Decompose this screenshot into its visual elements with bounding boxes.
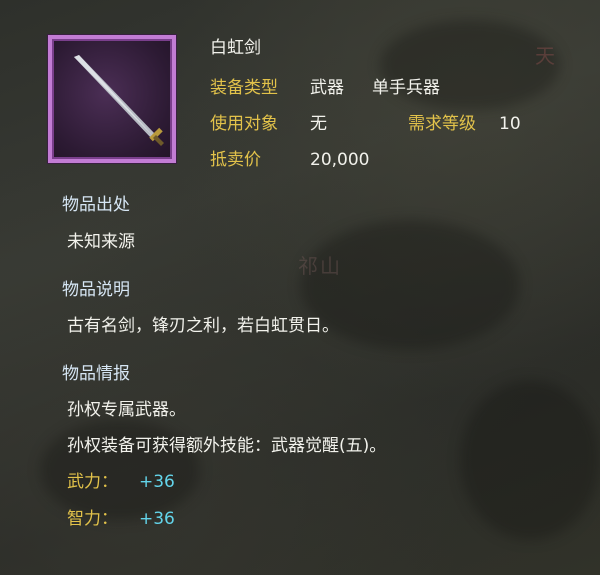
- description-heading: 物品说明: [62, 280, 130, 300]
- bonus-label: 智力：: [67, 509, 118, 529]
- price-value: 20,000: [310, 150, 370, 170]
- equip-type-label: 装备类型: [210, 78, 278, 98]
- info-line-1: 孙权专属武器。: [67, 400, 186, 420]
- bonus-value: +36: [139, 472, 175, 492]
- background-texture: [460, 380, 600, 540]
- map-label-top-right: 天: [535, 44, 557, 68]
- bonus-value: +36: [139, 509, 175, 529]
- background-texture: [40, 420, 200, 520]
- origin-text: 未知来源: [67, 232, 135, 252]
- item-icon-frame: [48, 35, 176, 163]
- description-text: 古有名剑，锋刃之利，若白虹贯日。: [67, 316, 339, 336]
- level-label: 需求等级: [408, 114, 476, 134]
- equip-type-value: 武器: [310, 78, 344, 98]
- price-label: 抵卖价: [210, 150, 261, 170]
- target-value: 无: [310, 114, 327, 134]
- target-label: 使用对象: [210, 114, 278, 134]
- item-name: 白虹剑: [210, 38, 261, 58]
- level-value: 10: [499, 114, 521, 134]
- info-heading: 物品情报: [62, 364, 130, 384]
- equip-subtype-value: 单手兵器: [372, 78, 440, 98]
- map-label-mid: 祁山: [298, 254, 342, 278]
- bonus-label: 武力：: [67, 472, 118, 492]
- info-line-2: 孙权装备可获得额外技能：武器觉醒(五)。: [67, 436, 387, 456]
- origin-heading: 物品出处: [62, 195, 130, 215]
- sword-icon: [74, 55, 164, 146]
